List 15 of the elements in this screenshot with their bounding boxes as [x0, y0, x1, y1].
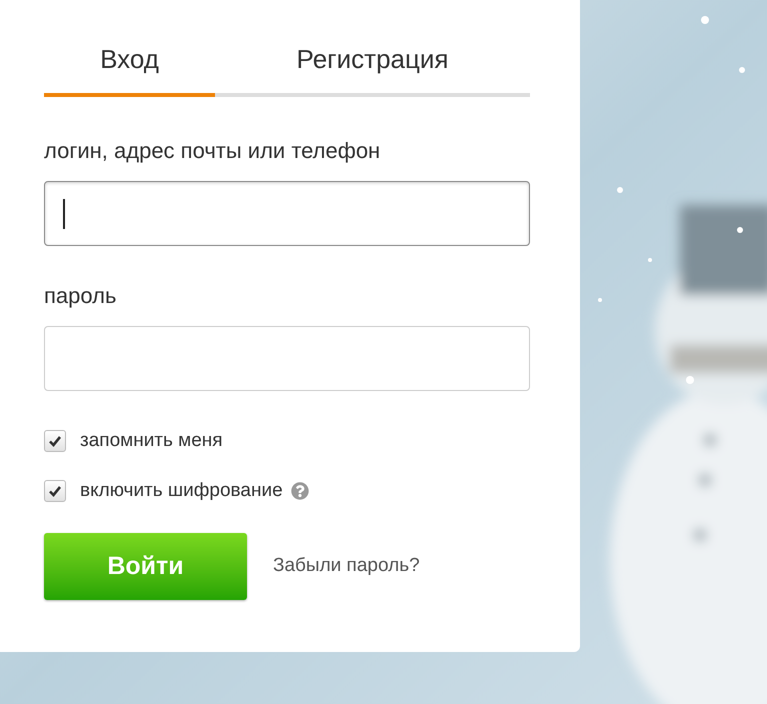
help-icon[interactable]: [290, 482, 309, 500]
checkmark-icon: [48, 434, 62, 448]
field-label: логин, адрес почты или телефон: [44, 137, 382, 165]
checkbox[interactable]: [44, 480, 66, 502]
input-field[interactable]: [44, 181, 530, 246]
checkbox-label: включить шифрование: [80, 478, 283, 503]
checkmark-icon: [48, 484, 62, 498]
tab[interactable]: Вход: [44, 34, 215, 97]
checkbox-label: запомнить меня: [80, 428, 223, 453]
text-cursor: [63, 198, 65, 228]
checkbox[interactable]: [44, 430, 66, 452]
forgot-password-link[interactable]: Забыли пароль?: [273, 552, 420, 581]
field-label: пароль: [44, 282, 118, 310]
tab[interactable]: Регистрация: [215, 34, 530, 97]
input-field[interactable]: [44, 326, 530, 391]
